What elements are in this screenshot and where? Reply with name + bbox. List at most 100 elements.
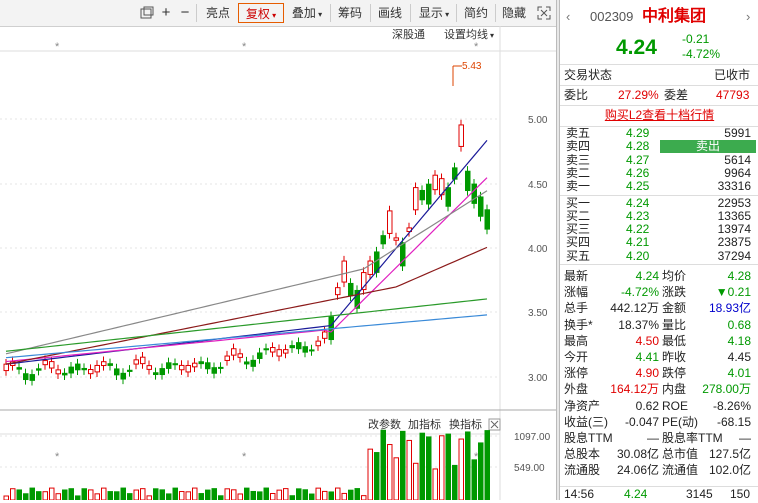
order-book-volume: 33316 — [717, 179, 751, 194]
toolbar-display-button[interactable]: 显示 ▾ — [414, 3, 454, 23]
candle-body — [465, 170, 471, 192]
volume-bar — [419, 432, 425, 501]
ma60-line — [5, 298, 488, 352]
minus-icon[interactable]: − — [177, 3, 193, 23]
order-book-price: 4.25 — [626, 179, 650, 194]
toolbar-adjust-label: 复权 — [245, 7, 270, 21]
stats-value: -4.72% — [620, 285, 659, 300]
candle-body — [296, 342, 302, 350]
stats-label: 流通股 — [564, 463, 601, 478]
volume-bar — [114, 491, 120, 501]
toolbar-adjust-button[interactable]: 复权 ▾ — [238, 3, 284, 23]
toolbar-overlay-button[interactable]: 叠加 ▾ — [286, 3, 328, 23]
stats-label: 最低 — [662, 333, 687, 348]
stats-label: 收益(三) — [564, 414, 608, 429]
stats-value: 4.28 — [727, 269, 751, 283]
trade-status-row: 交易状态 已收市 — [560, 67, 758, 84]
order-book-row: 买五 4.20 37294 — [560, 248, 758, 263]
kline-svg[interactable]: 5.004.504.003.503.001097.00549.00* * ** * *深… — [0, 26, 556, 501]
ma5-line — [5, 139, 488, 365]
stats-value: 24.06亿 — [616, 463, 659, 478]
shenzhen-connect-label: 深股通 — [392, 28, 425, 41]
volume-tab[interactable]: 改参数 — [368, 417, 401, 431]
volume-bar — [458, 438, 464, 501]
volume-bar — [36, 491, 42, 501]
volume-tick-label: 549.00 — [514, 463, 545, 474]
volume-bar — [393, 457, 399, 501]
volume-bar — [380, 429, 386, 501]
toolbar-divider — [410, 4, 411, 22]
volume-bar — [263, 487, 269, 501]
toolbar-draw-button[interactable]: 画线 — [374, 3, 406, 23]
candle-body — [166, 362, 172, 369]
stats-label: 涨跌 — [662, 285, 687, 300]
candle-body — [101, 361, 107, 367]
right-arrow-icon[interactable]: › — [746, 6, 750, 28]
fullscreen-icon[interactable] — [535, 3, 553, 23]
candle-body — [62, 372, 68, 376]
volume-bar — [250, 490, 256, 501]
candle-body — [322, 331, 328, 339]
stock-title-row: ‹ 002309 中利集团 › — [560, 6, 758, 28]
chevron-down-icon: ▾ — [269, 11, 277, 20]
plus-icon[interactable]: + — [158, 3, 174, 23]
sell-button[interactable]: 卖出 — [660, 140, 756, 154]
stats-value: 102.0亿 — [708, 463, 751, 478]
order-book-volume: 37294 — [717, 248, 751, 263]
volume-bar — [406, 439, 412, 501]
candle-body — [23, 373, 29, 381]
volume-bar — [244, 487, 250, 501]
candle-body — [107, 363, 113, 366]
stats-value: 4.24 — [635, 269, 659, 283]
marker-icon: * — [474, 41, 479, 53]
candle-body — [315, 340, 321, 347]
volume-bar — [120, 487, 126, 501]
volume-tab[interactable]: 换指标 — [449, 417, 482, 431]
candle-body — [276, 349, 282, 357]
stats-label: 换手* — [564, 317, 593, 332]
toolbar-divider — [330, 4, 331, 22]
l2-quote-link[interactable]: 购买L2查看十档行情 — [605, 108, 714, 122]
volume-bar — [309, 493, 315, 501]
volume-bar — [270, 492, 276, 501]
volume-bar — [335, 487, 341, 501]
stats-row: 涨停 4.90 跌停 4.01 — [560, 365, 758, 381]
volume-tab[interactable]: 加指标 — [408, 417, 441, 431]
order-book-row: 买二 4.23 13365 — [560, 209, 758, 223]
order-book-label: 卖四 — [566, 139, 591, 154]
volume-bar — [166, 493, 172, 501]
volume-bar — [179, 491, 185, 501]
divider — [560, 264, 758, 265]
volume-bar — [192, 487, 198, 501]
stats-row: 收益(三) -0.047 PE(动) -68.15 — [560, 414, 758, 430]
volume-bar — [88, 489, 94, 501]
volume-bar — [276, 489, 282, 501]
toolbar-highlight-button[interactable]: 亮点 — [202, 3, 234, 23]
order-book-label: 卖一 — [566, 179, 591, 194]
restore-icon[interactable] — [138, 3, 156, 23]
volume-bar — [302, 489, 308, 501]
volume-bar — [413, 462, 419, 501]
volume-bar — [107, 491, 113, 501]
chart-toolbar: + − 亮点 复权 ▾ 叠加 ▾ 筹码 画线 显示 ▾ 简约 隐藏 — [0, 0, 556, 27]
order-book-price: 4.27 — [626, 152, 650, 167]
order-book-price: 4.22 — [626, 222, 650, 237]
volume-bar — [185, 491, 191, 501]
stats-value: — — [739, 431, 751, 445]
stats-label: 外盘 — [564, 382, 589, 397]
toolbar-chips-button[interactable]: 筹码 — [334, 3, 366, 23]
volume-bar — [3, 495, 9, 501]
left-arrow-icon[interactable]: ‹ — [566, 6, 570, 28]
marker-icon: * — [242, 41, 247, 53]
volume-bar — [146, 495, 152, 501]
toolbar-hide-button[interactable]: 隐藏 — [498, 3, 530, 23]
kline-chart-area[interactable]: 5.00 4.50 4.00 3.50 3.00 1097.00 549.00 * * * * * * 深… — [0, 26, 556, 501]
stats-value: 0.62 — [635, 398, 659, 413]
stats-row: 换手* 18.37% 量比 0.68 — [560, 317, 758, 333]
toolbar-simple-button[interactable]: 简约 — [460, 3, 492, 23]
order-book-volume: 9964 — [724, 165, 751, 180]
marker-icon: * — [242, 451, 247, 463]
volume-bar — [348, 489, 354, 501]
candle-body — [283, 349, 289, 354]
marker-icon: * — [55, 451, 60, 463]
